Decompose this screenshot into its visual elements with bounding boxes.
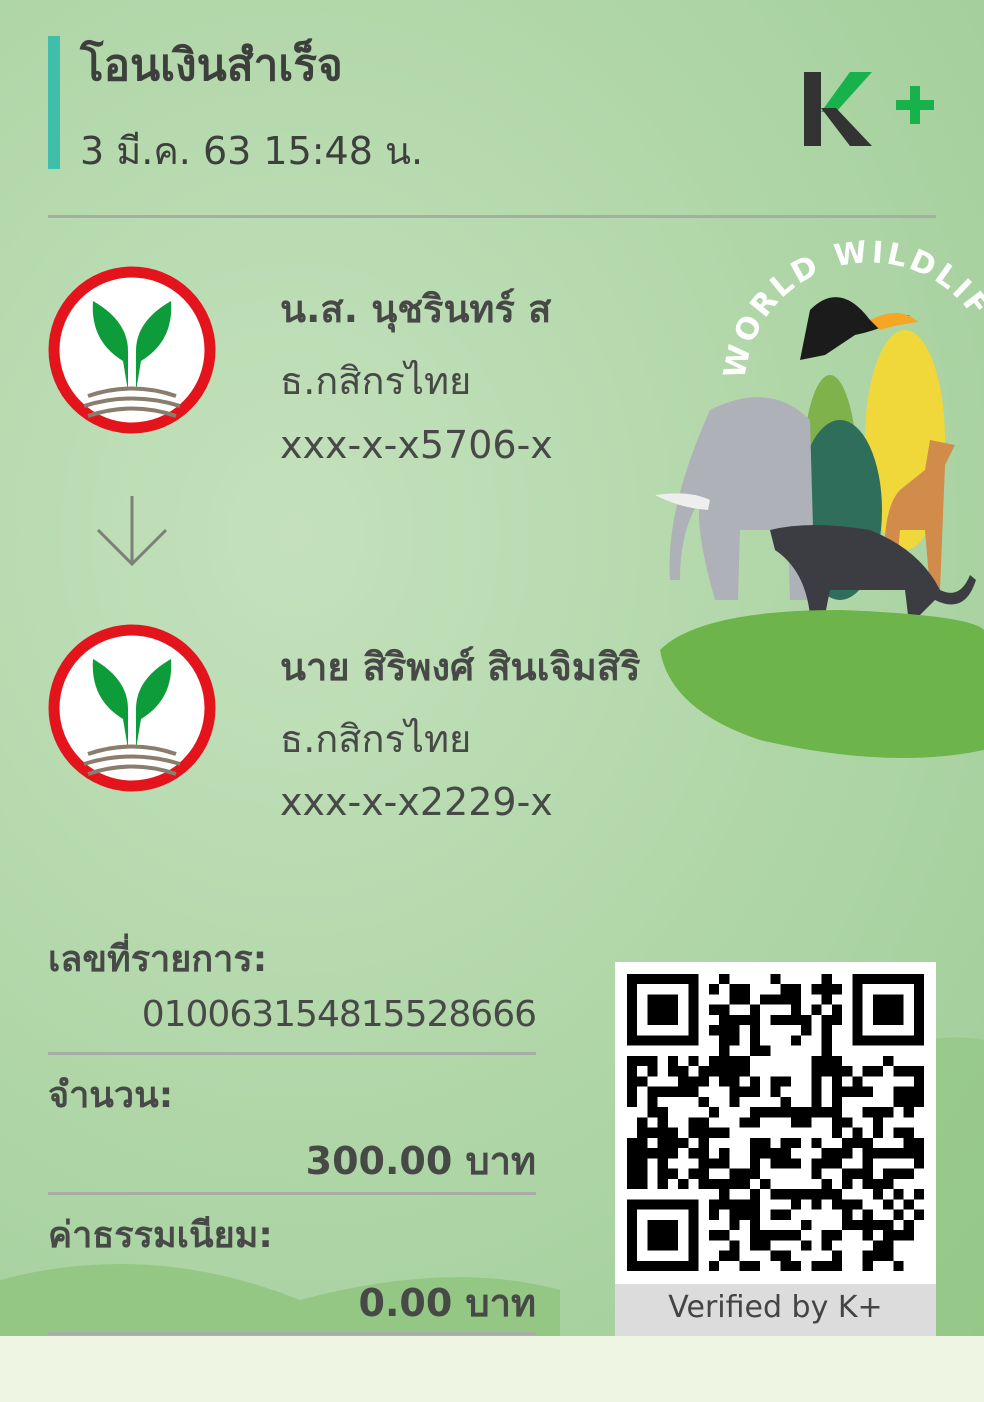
qr-caption: Verified by K+ <box>615 1284 936 1336</box>
amount-value: 300.00 บาท <box>305 1139 536 1183</box>
qr-code[interactable] <box>627 974 924 1271</box>
header-divider <box>48 215 936 218</box>
transfer-slip: โอนเงินสำเร็จ 3 มี.ค. 63 15:48 น. WORLD … <box>0 0 984 1336</box>
reference-value: 010063154815528666 <box>141 994 537 1035</box>
amount-label: จำนวน: <box>48 1075 174 1116</box>
fee-value: 0.00 บาท <box>358 1281 537 1325</box>
accent-bar <box>48 36 60 169</box>
sender-account: xxx-x-x5706-x <box>280 423 553 467</box>
kplus-logo <box>804 72 934 146</box>
sender-bank-logo <box>48 266 216 434</box>
sender-bank: ธ.กสิกรไทย <box>280 359 472 403</box>
receiver-name: นาย สิริพงศ์ สินเจิมสิริ <box>280 645 641 689</box>
divider <box>48 1192 536 1195</box>
receiver-bank: ธ.กสิกรไทย <box>280 717 472 761</box>
verification-qr[interactable]: Verified by K+ <box>615 962 936 1336</box>
wildlife-illustration: WORLD WILDLIFE DAY <box>640 230 984 758</box>
receiver-account: xxx-x-x2229-x <box>280 780 553 824</box>
arrow-down-icon <box>96 496 168 566</box>
sender-name: น.ส. นุชรินทร์ ส <box>280 287 552 331</box>
divider <box>48 1052 536 1055</box>
page-title: โอนเงินสำเร็จ <box>80 40 343 91</box>
fee-label: ค่าธรรมเนียม: <box>48 1215 273 1256</box>
receiver-bank-logo <box>48 624 216 792</box>
reference-label: เลขที่รายการ: <box>48 939 268 980</box>
transaction-datetime: 3 มี.ค. 63 15:48 น. <box>80 129 424 173</box>
world-wildlife-day-text: WORLD WILDLIFE DAY <box>640 230 984 381</box>
qr-modules <box>627 974 924 1271</box>
divider <box>48 1332 536 1335</box>
